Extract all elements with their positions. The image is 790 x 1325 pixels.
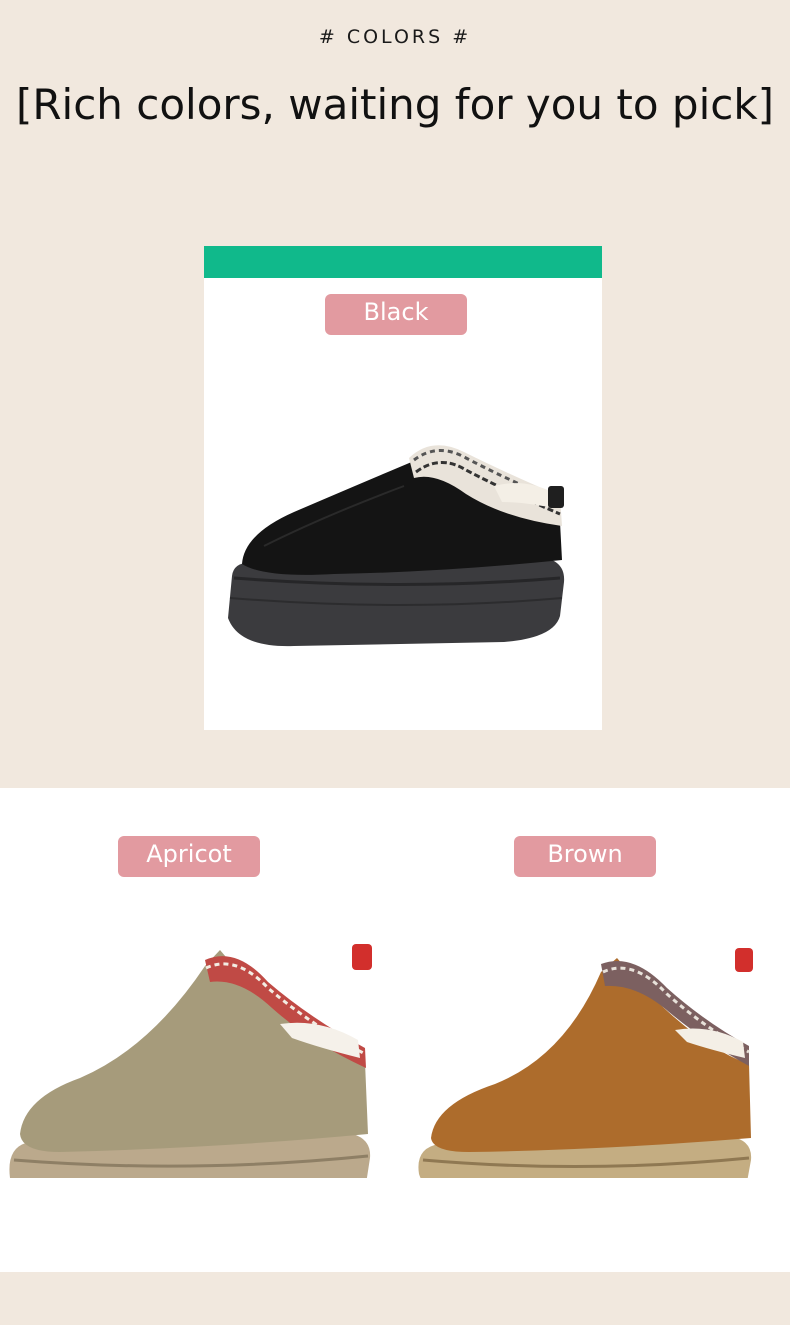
brown-color-label: Brown (514, 836, 656, 877)
section-headline: [Rich colors, waiting for you to pick] (15, 80, 775, 129)
brown-slipper-image (418, 948, 753, 1178)
apricot-slipper-image (9, 944, 372, 1178)
header-section: # COLORS # [Rich colors, waiting for you… (0, 0, 790, 235)
apricot-color-label: Apricot (118, 836, 260, 877)
black-product-card[interactable]: Black (204, 246, 602, 730)
section-eyebrow: # COLORS # (318, 26, 472, 48)
brown-color-label-text: Brown (547, 840, 623, 868)
black-slipper-image (228, 445, 565, 647)
apricot-color-label-text: Apricot (146, 840, 232, 868)
variants-section: Apricot Brown (0, 788, 790, 1272)
bottom-strip (0, 1272, 790, 1325)
